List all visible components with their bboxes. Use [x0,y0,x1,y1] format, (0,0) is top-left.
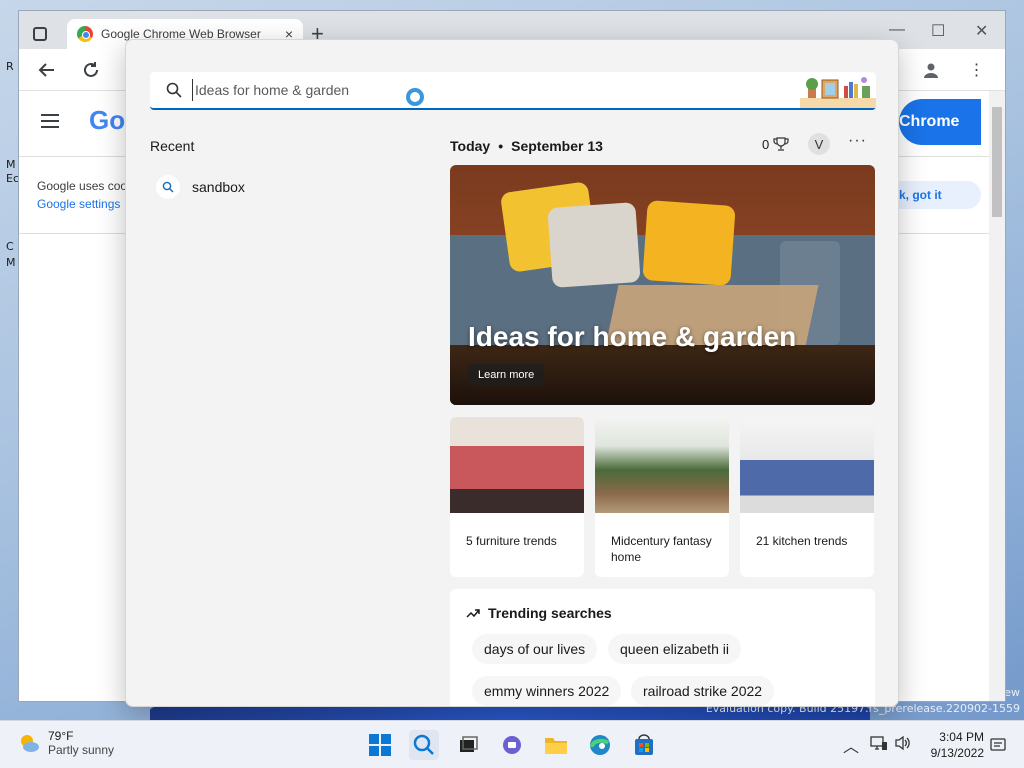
reload-icon [84,62,98,77]
back-button[interactable] [35,58,59,82]
hamburger-menu-icon[interactable] [41,114,59,132]
hero-card[interactable]: Ideas for home & garden Learn more [450,165,875,405]
recent-item[interactable]: sandbox [156,172,416,202]
weather-desc: Partly sunny [48,743,115,757]
bullet-separator: • [498,138,504,154]
taskbar: 79°F Partly sunny ︿ 3:04 PM 9/13/2022 [0,720,1024,768]
get-chrome-button[interactable]: Chrome [899,99,981,145]
card-image [450,417,584,513]
file-explorer-button[interactable] [541,730,571,760]
store-bag-icon [635,734,653,755]
store-button[interactable] [629,730,659,760]
watermark-fragment: ew [1004,686,1020,699]
more-options-button[interactable]: ··· [848,132,867,150]
trophy-icon [773,137,789,151]
search-icon [413,734,434,755]
notifications-icon[interactable] [990,737,1006,753]
network-icon[interactable] [870,735,888,751]
loading-cursor-icon [406,88,424,106]
chrome-favicon-icon [77,26,93,42]
search-taskbar-button[interactable] [409,730,439,760]
reload-button[interactable] [79,58,103,82]
tab-search-icon[interactable] [33,27,47,41]
trending-chip[interactable]: emmy winners 2022 [472,676,622,706]
recent-item-label: sandbox [192,179,245,195]
start-button[interactable] [365,730,395,760]
clock-time: 3:04 PM [939,730,984,744]
trending-arrow-icon [466,609,480,618]
maximize-button[interactable]: ☐ [931,21,945,41]
google-settings-link[interactable]: Google settings [37,197,120,211]
account-avatar[interactable]: V [808,133,830,155]
trending-chip[interactable]: days of our lives [472,634,598,664]
desktop-icon-label: C [6,240,14,253]
learn-more-button[interactable]: Learn more [468,364,545,386]
edge-button[interactable] [585,730,615,760]
windows-logo-icon [369,734,391,756]
date-label: September 13 [511,138,603,154]
weather-temp: 79°F [48,729,74,743]
chat-icon [503,736,521,754]
search-input[interactable] [192,79,752,101]
show-hidden-icons-chevron-icon[interactable]: ︿ [843,733,859,757]
edge-icon [590,735,610,755]
partly-sunny-icon [21,735,39,752]
teams-chat-button[interactable] [497,730,527,760]
more-vertical-icon: ⋮ [968,62,986,79]
card-midcentury-home[interactable]: Midcentury fantasy home [595,417,729,577]
rewards-points[interactable]: 0 [762,136,789,152]
today-header: Today • September 13 [450,138,603,154]
search-icon [166,82,182,98]
minimize-button[interactable]: — [889,21,905,39]
weather-widget[interactable]: 79°F Partly sunny [18,729,114,757]
card-image [595,417,729,513]
close-window-button[interactable]: ✕ [975,21,988,41]
card-label: 5 furniture trends [466,534,557,548]
desktop-icon-label: M [6,256,16,269]
hero-title: Ideas for home & garden [468,321,797,352]
points-value: 0 [762,136,770,152]
clock-date: 9/13/2022 [930,746,984,760]
pillow-image [547,202,641,288]
task-view-icon [460,736,478,752]
search-icon [156,175,180,199]
folder-icon [545,738,567,754]
taskbar-clock[interactable]: 3:04 PM 9/13/2022 [924,729,984,761]
home-garden-illustration [800,77,876,108]
card-label: 21 kitchen trends [756,534,848,548]
search-box[interactable] [150,72,876,110]
trending-heading-label: Trending searches [488,605,612,621]
arrow-left-icon [38,63,54,77]
desktop-icon-label: R [6,60,14,73]
ok-got-it-button[interactable]: k, got it [899,181,981,209]
profile-icon [924,63,938,78]
desktop-icon-label: M [6,158,16,171]
trending-heading: Trending searches [466,605,612,621]
task-view-button[interactable] [453,730,483,760]
pillow-image [642,200,736,286]
card-image [740,417,874,513]
consent-text: Google uses coo [37,179,128,193]
card-kitchen-trends[interactable]: 21 kitchen trends [740,417,874,577]
trending-searches-panel: Trending searches days of our lives quee… [450,589,875,706]
card-label: Midcentury fantasy home [611,534,712,564]
volume-icon[interactable] [894,735,912,751]
scrollbar-thumb[interactable] [992,107,1002,217]
profile-button[interactable] [919,58,943,82]
card-furniture-trends[interactable]: 5 furniture trends [450,417,584,577]
search-flyout: Recent sandbox Today • September 13 0 V … [125,39,899,707]
page-scrollbar[interactable] [989,91,1005,701]
recent-heading: Recent [150,138,195,154]
trending-chip[interactable]: railroad strike 2022 [631,676,775,706]
trending-chip[interactable]: queen elizabeth ii [608,634,741,664]
today-label: Today [450,138,491,154]
chrome-menu-button[interactable]: ⋮ [965,58,989,82]
